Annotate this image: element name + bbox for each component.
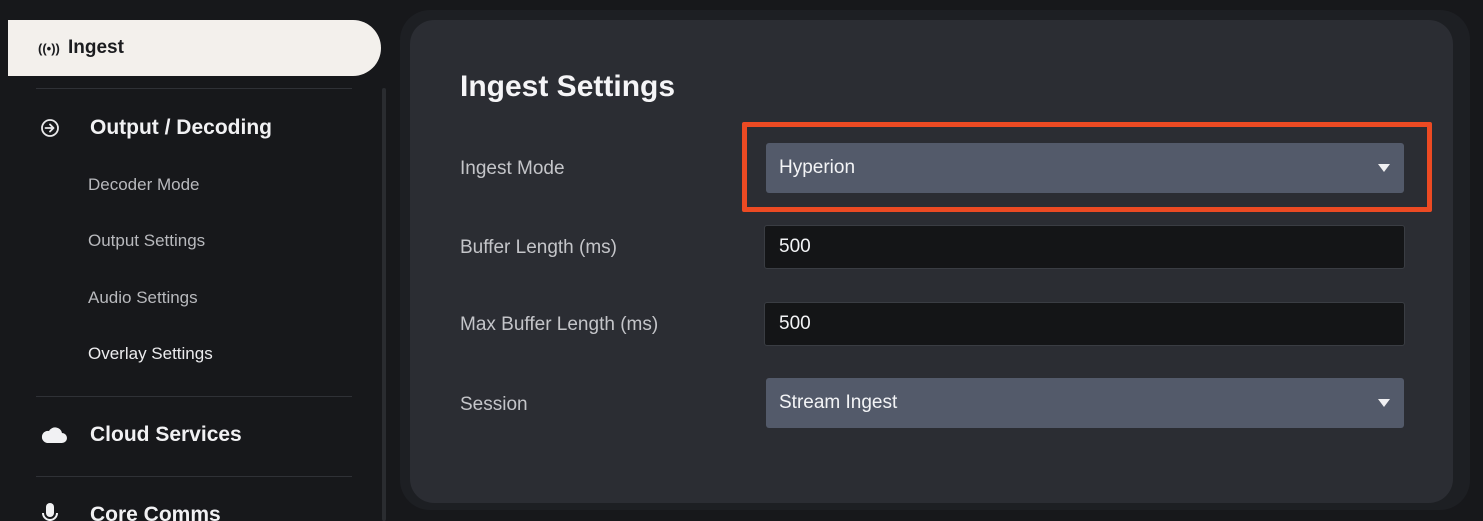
max-buffer-length-label: Max Buffer Length (ms) (460, 314, 659, 335)
sidebar-section-core-comms[interactable]: Core Comms (40, 503, 221, 521)
sidebar-section-cloud-services[interactable]: Cloud Services (40, 423, 242, 447)
cloud-icon (40, 426, 90, 444)
sidebar-item-label: Ingest (68, 37, 124, 58)
microphone-icon (40, 503, 90, 521)
sidebar-item-ingest[interactable]: ((•)) Ingest (8, 20, 381, 76)
sidebar-section-label: Core Comms (90, 503, 221, 521)
sidebar-section-label: Cloud Services (90, 423, 242, 446)
sidebar-item-output-settings[interactable]: Output Settings (88, 231, 205, 251)
sidebar-item-overlay-settings[interactable]: Overlay Settings (88, 344, 213, 364)
buffer-length-label: Buffer Length (ms) (460, 237, 618, 258)
sidebar-item-audio-settings[interactable]: Audio Settings (88, 288, 198, 308)
session-select[interactable]: Stream Ingest (766, 378, 1404, 428)
max-buffer-length-input[interactable] (764, 302, 1405, 346)
buffer-length-input[interactable] (764, 225, 1405, 269)
ingest-settings-panel: Ingest Settings Ingest Mode Hyperion Buf… (410, 20, 1453, 503)
divider (36, 476, 352, 477)
session-value: Stream Ingest (779, 392, 898, 413)
sidebar: ((•)) Ingest Output / Decoding Decoder M… (0, 0, 395, 521)
chevron-down-icon (1378, 164, 1390, 172)
circle-arrow-right-icon (40, 118, 90, 138)
sidebar-scrollbar[interactable] (382, 88, 386, 521)
broadcast-icon: ((•)) (38, 40, 60, 56)
divider (36, 396, 352, 397)
ingest-mode-select[interactable]: Hyperion (766, 143, 1404, 193)
chevron-down-icon (1378, 399, 1390, 407)
divider (36, 88, 352, 89)
ingest-mode-label: Ingest Mode (460, 158, 565, 179)
session-label: Session (460, 394, 528, 415)
page-title: Ingest Settings (460, 70, 676, 103)
sidebar-item-decoder-mode[interactable]: Decoder Mode (88, 175, 200, 195)
sidebar-section-output-decoding[interactable]: Output / Decoding (40, 116, 272, 140)
ingest-mode-value: Hyperion (779, 157, 856, 178)
sidebar-section-label: Output / Decoding (90, 116, 272, 139)
